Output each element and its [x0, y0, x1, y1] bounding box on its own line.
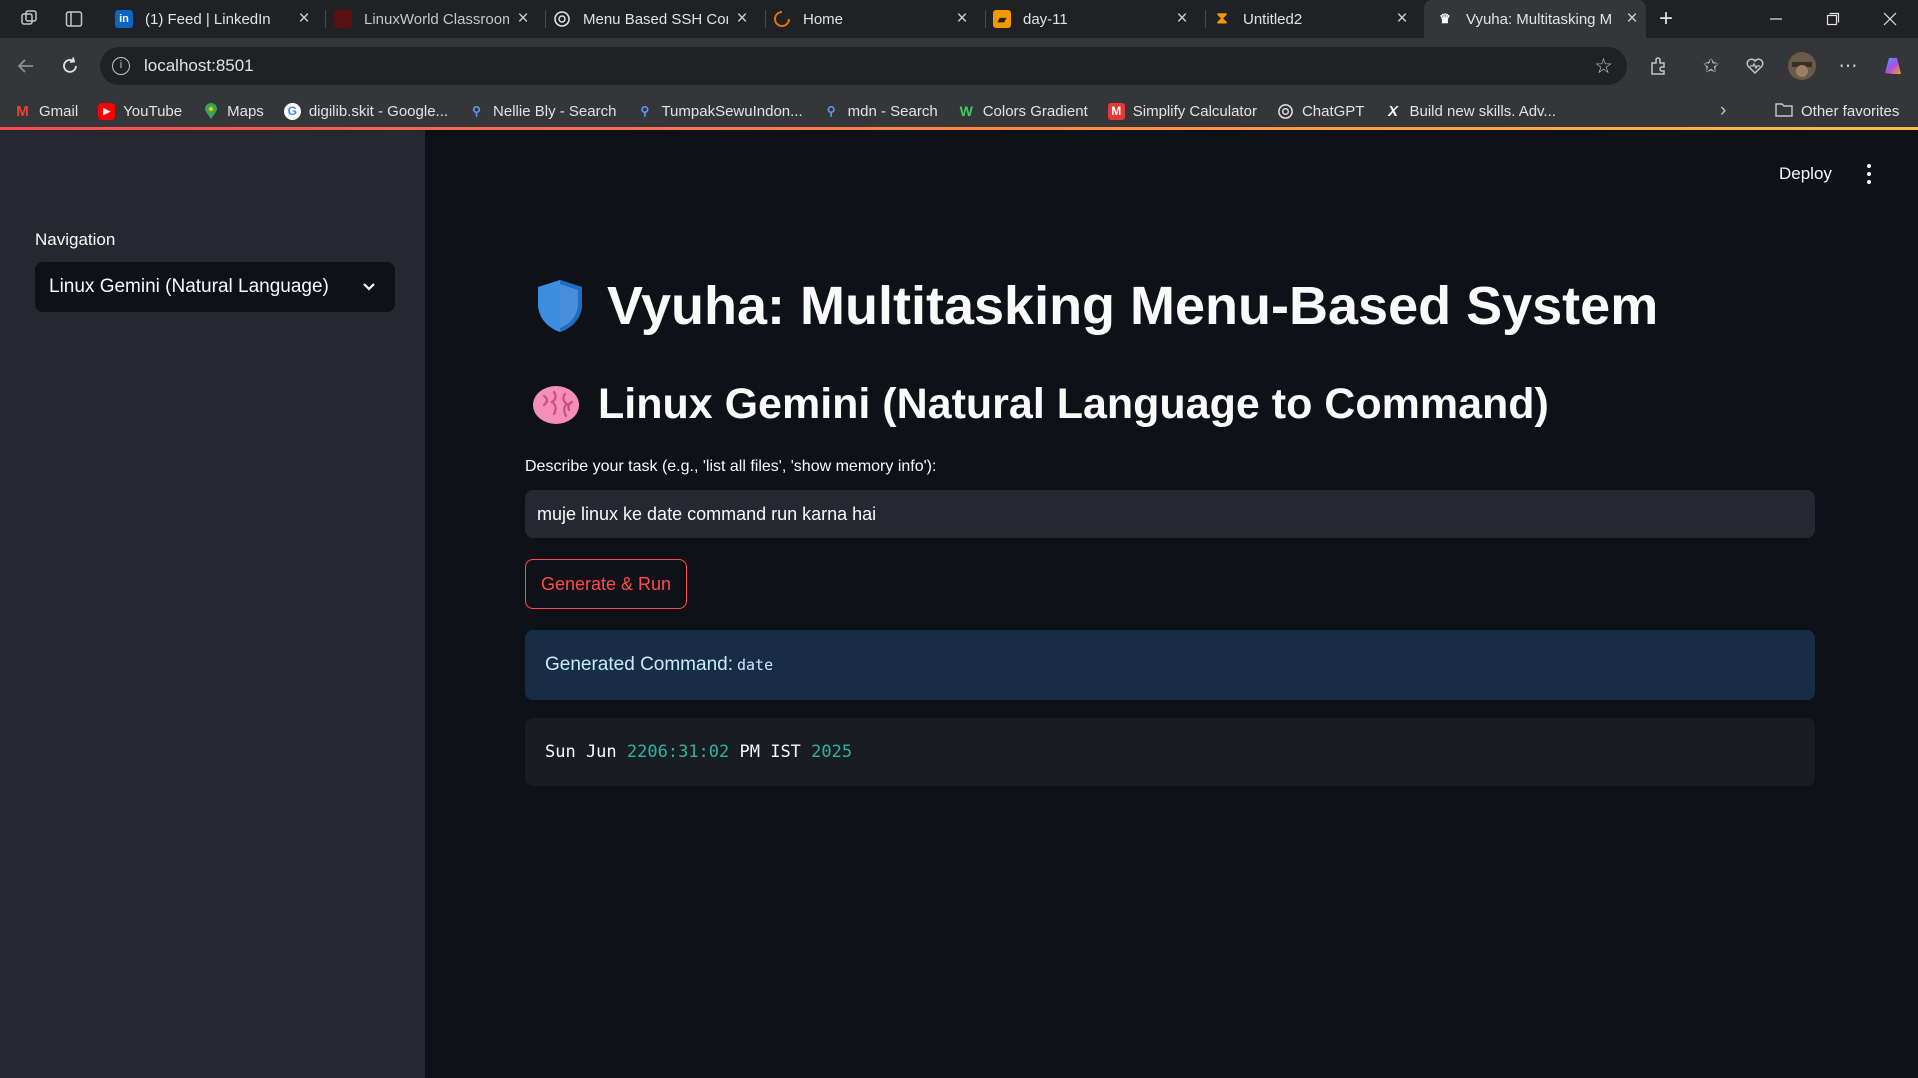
chatgpt-icon	[1277, 103, 1294, 120]
close-icon[interactable]: ×	[1168, 8, 1196, 30]
copilot-icon[interactable]	[1879, 52, 1907, 80]
hourglass-icon: ⧗	[1216, 10, 1228, 27]
browser-essentials-icon[interactable]	[1741, 52, 1769, 80]
favorites-icon[interactable]: ✩	[1697, 52, 1725, 80]
bookmark-nellie-bly[interactable]: ⚲ Nellie Bly - Search	[468, 103, 616, 120]
bookmark-digilib[interactable]: G digilib.skit - Google...	[283, 102, 448, 120]
youtube-icon: ▶	[98, 102, 116, 120]
extensions-icon[interactable]	[1645, 52, 1673, 80]
bookmark-mdn[interactable]: ⚲ mdn - Search	[823, 103, 938, 120]
maps-icon	[202, 102, 219, 120]
navigation-select[interactable]: Linux Gemini (Natural Language)	[35, 262, 395, 312]
generated-command-label: Generated Command:	[545, 654, 733, 675]
bookmark-build-skills[interactable]: X Build new skills. Adv...	[1384, 102, 1556, 120]
url-text[interactable]: localhost:8501	[144, 56, 254, 76]
page-title: Vyuha: Multitasking Menu-Based System	[535, 275, 1658, 337]
page-subtitle-text: Linux Gemini (Natural Language to Comman…	[598, 380, 1549, 428]
task-input[interactable]	[525, 490, 1815, 538]
more-options-icon[interactable]: ⋯	[1834, 52, 1862, 80]
bookmark-maps[interactable]: Maps	[202, 102, 264, 120]
linuxworld-icon	[334, 10, 352, 28]
tab-untitled2[interactable]: ⧗ Untitled2 ×	[1201, 0, 1416, 38]
task-input-label: Describe your task (e.g., 'list all file…	[525, 458, 937, 475]
bookmark-chatgpt[interactable]: ChatGPT	[1277, 103, 1364, 120]
browser-toolbar: i localhost:8501 ☆ ✩ ⋯	[0, 38, 1918, 94]
window-close-icon[interactable]	[1862, 0, 1918, 38]
tab-linkedin[interactable]: in (1) Feed | LinkedIn ×	[103, 0, 318, 38]
navigation-label: Navigation	[35, 230, 116, 249]
close-icon[interactable]: ×	[290, 8, 318, 30]
tab-menu-ssh[interactable]: Menu Based SSH Com ×	[541, 0, 756, 38]
output-text: PM IST	[729, 742, 812, 762]
minimize-icon[interactable]	[1748, 0, 1804, 38]
chatgpt-icon	[553, 10, 571, 28]
gradient-icon: W	[959, 103, 973, 119]
bookmark-colors-gradient[interactable]: W Colors Gradient	[958, 103, 1088, 120]
generated-command-alert: Generated Command: date	[525, 630, 1815, 700]
tab-linuxworld[interactable]: LinuxWorld Classroom ×	[322, 0, 537, 38]
generate-run-button[interactable]: Generate & Run	[525, 559, 687, 609]
streamlit-icon: ♛	[1439, 11, 1451, 26]
calculator-icon: M	[1107, 102, 1125, 120]
search-icon: ⚲	[472, 104, 481, 118]
restore-icon[interactable]	[1805, 0, 1861, 38]
sidebar: Navigation Linux Gemini (Natural Languag…	[0, 130, 425, 1078]
page-subtitle: Linux Gemini (Natural Language to Comman…	[532, 380, 1549, 429]
bookmark-tumpak[interactable]: ⚲ TumpakSewuIndon...	[636, 103, 803, 120]
output-year: 2025	[811, 742, 853, 762]
close-icon[interactable]: ×	[1618, 8, 1646, 30]
chevron-down-icon	[359, 276, 379, 296]
page-title-text: Vyuha: Multitasking Menu-Based System	[607, 276, 1659, 336]
main-menu-icon[interactable]	[1859, 162, 1879, 186]
search-icon: ⚲	[826, 104, 836, 118]
shield-icon	[535, 278, 585, 334]
deploy-button[interactable]: Deploy	[1779, 164, 1832, 184]
output-time: 06:31:02	[647, 742, 730, 762]
linkedin-icon: in	[115, 10, 133, 28]
output-number: 22	[626, 742, 648, 762]
bookmarks-bar: M Gmail ▶ YouTube Maps G digilib.skit - …	[0, 94, 1918, 128]
loading-icon	[773, 10, 791, 28]
tab-actions-icon[interactable]	[62, 7, 86, 31]
navigation-selected-value: Linux Gemini (Natural Language)	[49, 276, 329, 297]
close-icon[interactable]: ×	[1388, 8, 1416, 30]
tab-vyuha[interactable]: ♛ Vyuha: Multitasking M ×	[1424, 0, 1646, 38]
address-bar[interactable]: i localhost:8501 ☆	[100, 47, 1627, 85]
search-icon: ⚲	[640, 104, 650, 118]
profile-avatar[interactable]	[1786, 50, 1818, 82]
bookmark-youtube[interactable]: ▶ YouTube	[98, 102, 182, 120]
back-icon[interactable]	[12, 52, 40, 80]
tab-strip: in (1) Feed | LinkedIn × LinuxWorld Clas…	[0, 0, 1918, 38]
tab-home[interactable]: Home ×	[761, 0, 976, 38]
tab-day-11[interactable]: ▰ day-11 ×	[981, 0, 1196, 38]
close-icon[interactable]: ×	[728, 8, 756, 30]
favorite-star-icon[interactable]: ☆	[1594, 54, 1613, 79]
gmail-icon: M	[16, 102, 29, 120]
x-icon: X	[1387, 102, 1398, 120]
close-icon[interactable]: ×	[948, 8, 976, 30]
command-output: Sun Jun 22 06:31:02 PM IST 2025	[525, 718, 1815, 786]
close-icon[interactable]: ×	[509, 8, 537, 30]
main-content: Deploy Vyuha: Multitasking Menu-Based Sy…	[425, 130, 1918, 1078]
new-tab-icon[interactable]: +	[1654, 5, 1678, 32]
book-icon: ▰	[993, 10, 1011, 28]
reload-icon[interactable]	[56, 52, 84, 80]
generated-command-code: date	[737, 656, 774, 674]
chevron-right-icon[interactable]: ›	[1720, 100, 1726, 122]
bookmark-gmail[interactable]: M Gmail	[14, 103, 78, 120]
bookmark-other-favorites[interactable]: Other favorites	[1775, 94, 1899, 128]
workspaces-icon[interactable]	[18, 7, 42, 31]
google-icon: G	[283, 102, 301, 120]
brain-icon	[532, 384, 580, 426]
site-info-icon[interactable]: i	[112, 57, 130, 75]
folder-icon	[1775, 102, 1793, 121]
output-text: Sun Jun	[545, 742, 627, 762]
bookmark-simplify[interactable]: M Simplify Calculator	[1107, 102, 1257, 120]
